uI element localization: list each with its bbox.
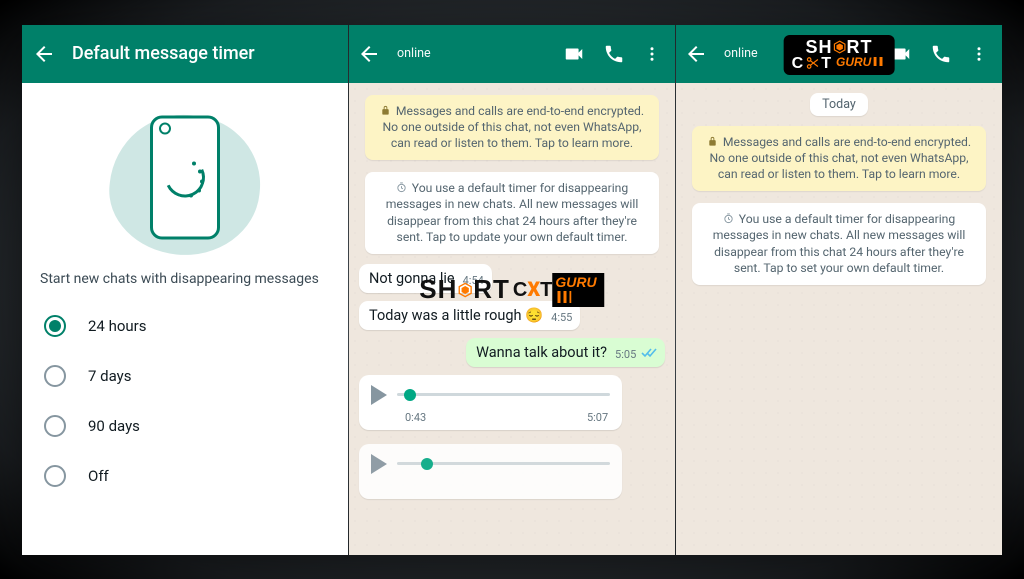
panel-settings: Default message timer Start new chats wi [22, 25, 348, 555]
voice-thumb[interactable] [421, 458, 433, 470]
timer-icon [396, 182, 407, 193]
status-label: online [724, 46, 874, 61]
voice-elapsed: 0:43 [405, 411, 426, 424]
contact-status-box[interactable]: online [397, 46, 547, 61]
message-text: Not gonna lie [369, 270, 455, 287]
outgoing-message[interactable]: Wanna talk about it? 5:05 [466, 338, 665, 367]
message-time: 4:54 [463, 274, 484, 287]
voice-total: 5:07 [587, 411, 608, 424]
video-call-icon[interactable] [890, 43, 912, 65]
play-icon[interactable] [371, 454, 387, 474]
status-label: online [397, 46, 547, 61]
triptych: Default message timer Start new chats wi [22, 25, 1002, 555]
message-time: 5:05 [615, 347, 657, 361]
timer-option-7d[interactable]: 7 days [36, 351, 334, 401]
option-label: 90 days [88, 417, 140, 435]
voice-call-icon[interactable] [603, 43, 625, 65]
contact-status-box[interactable]: online [724, 46, 874, 61]
back-icon[interactable] [684, 42, 708, 66]
radio-icon [44, 365, 66, 387]
read-ticks-icon [641, 347, 657, 358]
settings-caption: Start new chats with disappearing messag… [22, 265, 348, 301]
back-icon[interactable] [32, 42, 56, 66]
encryption-notice[interactable]: Messages and calls are end-to-end encryp… [692, 126, 986, 191]
settings-title: Default message timer [72, 43, 255, 64]
lock-icon [707, 136, 718, 147]
voice-track[interactable] [397, 393, 610, 396]
radio-icon [44, 465, 66, 487]
radio-icon [44, 415, 66, 437]
video-call-icon[interactable] [563, 43, 585, 65]
voice-message-partial[interactable]: .. [359, 444, 622, 499]
more-icon[interactable] [643, 43, 661, 65]
chat-header: online [676, 25, 1002, 83]
encryption-notice[interactable]: Messages and calls are end-to-end encryp… [365, 95, 659, 160]
voice-thumb[interactable] [404, 389, 416, 401]
settings-header: Default message timer [22, 25, 348, 83]
encryption-text: Messages and calls are end-to-end encryp… [709, 135, 971, 182]
date-pill: Today [810, 93, 868, 116]
play-icon[interactable] [371, 385, 387, 405]
timer-option-off[interactable]: Off [36, 451, 334, 501]
incoming-message[interactable]: Not gonna lie 4:54 [359, 264, 492, 293]
panel-chat: online Messages and calls are end-to-end… [349, 25, 675, 555]
option-label: Off [88, 467, 109, 485]
panel-chat-empty: online Today Messages and calls are end-… [676, 25, 1002, 555]
voice-call-icon[interactable] [930, 43, 952, 65]
timer-notice-text: You use a default timer for disappearing… [386, 181, 639, 244]
timer-option-90d[interactable]: 90 days [36, 401, 334, 451]
chat-header: online [349, 25, 675, 83]
chat-body: Today Messages and calls are end-to-end … [676, 83, 1002, 555]
message-text: Wanna talk about it? [476, 344, 607, 361]
message-time: 4:55 [551, 311, 572, 324]
timer-options: 24 hours 7 days 90 days Off [22, 301, 348, 501]
option-label: 7 days [88, 367, 132, 385]
timer-notice-text: You use a default timer for disappearing… [713, 212, 966, 275]
voice-track[interactable] [397, 462, 610, 465]
chat-body: Messages and calls are end-to-end encryp… [349, 83, 675, 555]
message-text: Today was a little rough 😔 [369, 307, 543, 324]
timer-option-24h[interactable]: 24 hours [36, 301, 334, 351]
timer-icon [723, 213, 734, 224]
lock-icon [380, 105, 391, 116]
timer-illustration [22, 83, 348, 265]
encryption-text: Messages and calls are end-to-end encryp… [382, 104, 644, 151]
timer-notice[interactable]: You use a default timer for disappearing… [692, 203, 986, 285]
back-icon[interactable] [357, 42, 381, 66]
more-icon[interactable] [970, 43, 988, 65]
radio-selected-icon [44, 315, 66, 337]
voice-message[interactable]: 0:43 5:07 [359, 375, 622, 430]
option-label: 24 hours [88, 317, 147, 335]
timer-notice[interactable]: You use a default timer for disappearing… [365, 172, 659, 254]
incoming-message[interactable]: Today was a little rough 😔 4:55 [359, 301, 580, 330]
